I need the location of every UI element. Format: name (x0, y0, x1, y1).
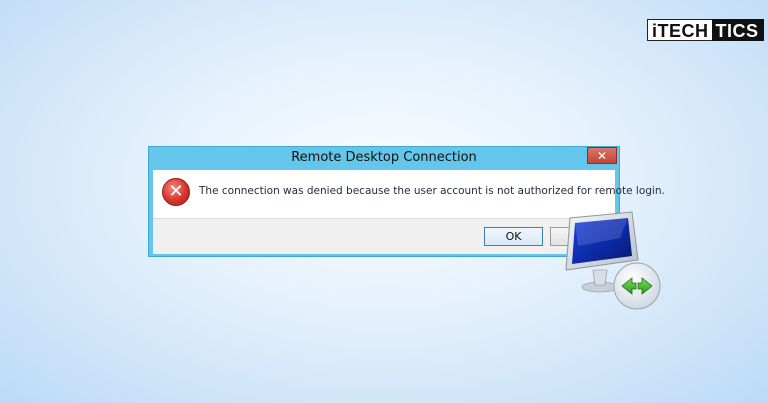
dialog-content: ✕ The connection was denied because the … (153, 170, 665, 218)
close-icon: ✕ (596, 148, 608, 163)
remote-desktop-icon (565, 211, 661, 310)
dialog-footer: OK (153, 218, 615, 254)
logo-text-part1: iTECH (647, 19, 712, 41)
error-icon: ✕ (162, 178, 190, 206)
remote-desktop-error-dialog: Remote Desktop Connection ✕ ✕ The connec… (148, 146, 665, 257)
ok-button[interactable]: OK (484, 227, 543, 246)
dialog-title: Remote Desktop Connection (291, 150, 477, 165)
dialog-titlebar[interactable]: Remote Desktop Connection ✕ (149, 147, 619, 170)
close-button[interactable]: ✕ (587, 147, 617, 164)
itechtics-logo: iTECH TICS (647, 19, 764, 41)
error-message: The connection was denied because the us… (199, 185, 665, 197)
logo-text-part2: TICS (711, 19, 764, 41)
error-glyph: ✕ (168, 180, 184, 202)
